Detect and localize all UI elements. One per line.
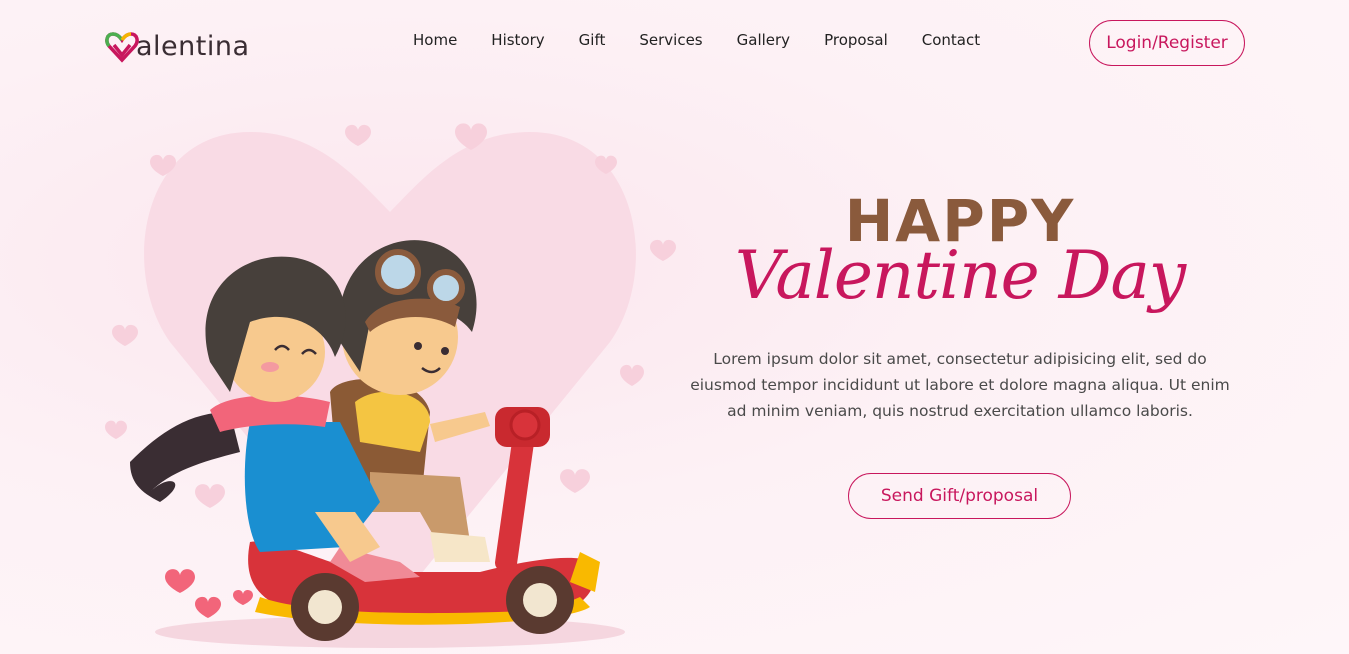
heart-logo-icon xyxy=(105,32,139,63)
couple-on-scooter-illustration xyxy=(105,123,676,648)
hero-description: Lorem ipsum dolor sit amet, consectetur … xyxy=(690,350,1230,420)
brand-logo[interactable]: alentina xyxy=(104,26,250,68)
nav-item-contact[interactable]: Contact xyxy=(922,29,980,51)
nav-item-gift[interactable]: Gift xyxy=(579,29,606,51)
logo-text: alentina xyxy=(136,31,250,62)
nav-item-services[interactable]: Services xyxy=(639,29,702,51)
login-register-button[interactable]: Login/Register xyxy=(1089,20,1245,66)
nav-item-proposal[interactable]: Proposal xyxy=(824,29,888,51)
send-gift-proposal-button[interactable]: Send Gift/proposal xyxy=(848,473,1071,519)
nav-item-home[interactable]: Home xyxy=(413,29,457,51)
main-nav: Home History Gift Services Gallery Propo… xyxy=(413,29,1014,51)
nav-item-gallery[interactable]: Gallery xyxy=(737,29,790,51)
site-header: alentina Home History Gift Services Gall… xyxy=(0,0,1349,86)
hero-title-script: Valentine Day xyxy=(734,237,1186,314)
nav-item-history[interactable]: History xyxy=(491,29,544,51)
